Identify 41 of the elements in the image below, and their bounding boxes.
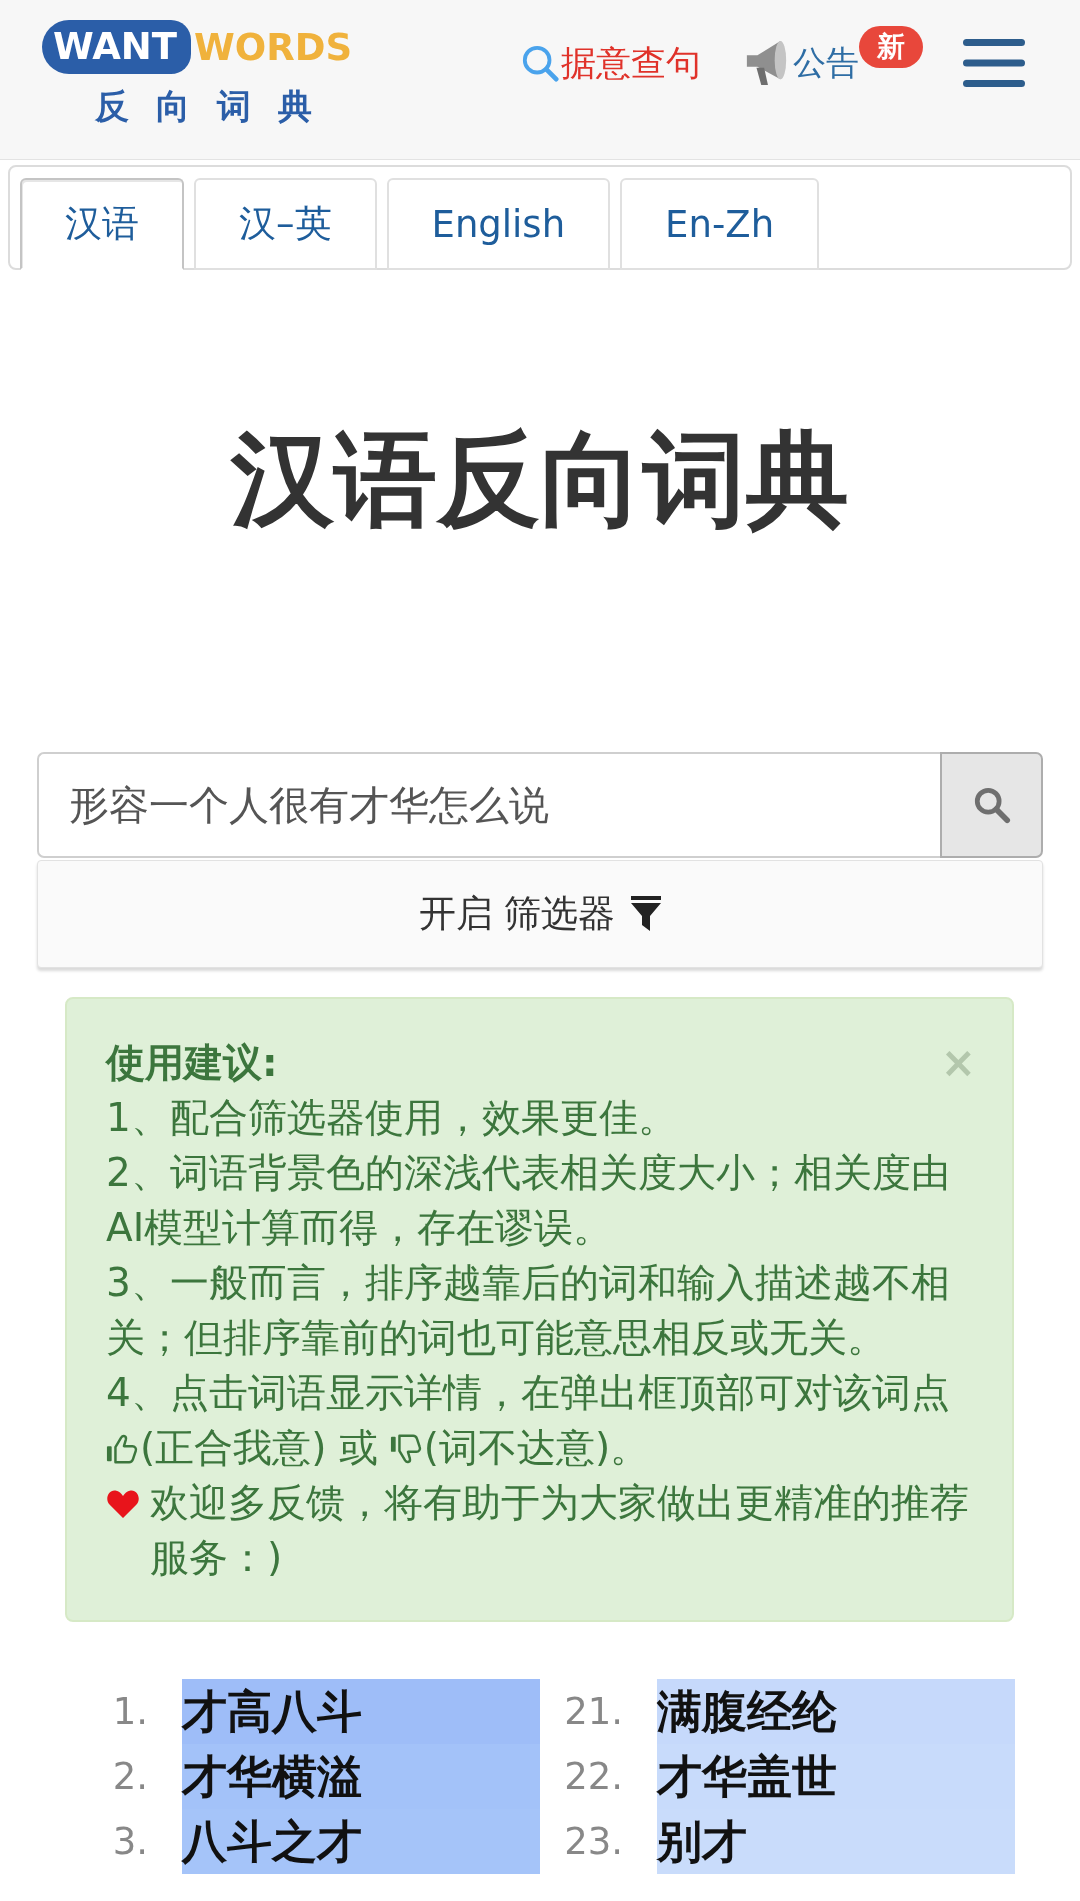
logo-badge[interactable]: WANT (42, 20, 191, 74)
tip-text: 欢迎多反馈，将有助于为大家做出更精准的推荐服务：) (150, 1479, 970, 1582)
filter-button[interactable]: 开启 筛选器 (37, 860, 1043, 968)
tab[interactable]: 汉–英 (194, 178, 377, 270)
result-word[interactable]: 才华盖世 (657, 1744, 1015, 1809)
nav-link[interactable]: 据意查句 (521, 33, 701, 93)
tip-text: 1、配合筛选器使用，效果更佳。 (106, 1095, 677, 1140)
result-word[interactable]: 满腹经纶 (657, 1679, 1015, 1744)
menu-button[interactable] (963, 39, 1025, 87)
search-icon (972, 786, 1011, 824)
tab[interactable]: English (386, 178, 611, 270)
result-rank: 3. (111, 1819, 149, 1865)
result-word[interactable]: 才华横溢 (182, 1744, 540, 1809)
result-rank: 23. (563, 1819, 624, 1865)
search-icon (521, 44, 559, 82)
tip-text: (词不达意)。 (423, 1425, 650, 1470)
nav-link[interactable]: 公告 (744, 33, 859, 93)
result-word[interactable]: 才高八斗 (182, 1679, 540, 1744)
result-rank: 1. (111, 1689, 149, 1735)
logo-subtitle[interactable]: 反向词典 (95, 86, 339, 126)
new-badge: 新 (859, 26, 923, 68)
page-title: 汉语反向词典 (229, 418, 850, 541)
search-field[interactable]: 形容一个人很有才华怎么说 (37, 752, 940, 858)
tab[interactable]: 汉语 (20, 178, 184, 270)
result-word[interactable]: 别才 (657, 1809, 1015, 1874)
tip-text: (正合我意) 或 (140, 1425, 378, 1470)
funnel-icon (631, 896, 662, 932)
result-rank: 2. (111, 1754, 149, 1800)
result-rank: 22. (563, 1754, 624, 1800)
tip-text: 3、一般而言，排序越靠后的词和输入描述越不相关；但排序靠前的词也可能意思相反或无关。 (106, 1260, 950, 1360)
thumbs-up-icon (106, 1432, 140, 1466)
menu-icon (963, 39, 1025, 87)
search-button[interactable] (940, 752, 1043, 858)
tip-text: 4、点击词语显示详情，在弹出框顶部可对该词点 (106, 1370, 950, 1415)
thumbs-down-icon (389, 1432, 424, 1466)
tips-title: 使用建议: (106, 1039, 278, 1087)
result-word[interactable]: 八斗之才 (182, 1809, 540, 1874)
tip-text: 2、词语背景色的深浅代表相关度大小；相关度由AI模型计算而得，存在谬误。 (106, 1150, 950, 1250)
result-rank: 21. (563, 1689, 624, 1735)
tab[interactable]: En-Zh (620, 178, 820, 270)
heart-icon (106, 1488, 140, 1519)
